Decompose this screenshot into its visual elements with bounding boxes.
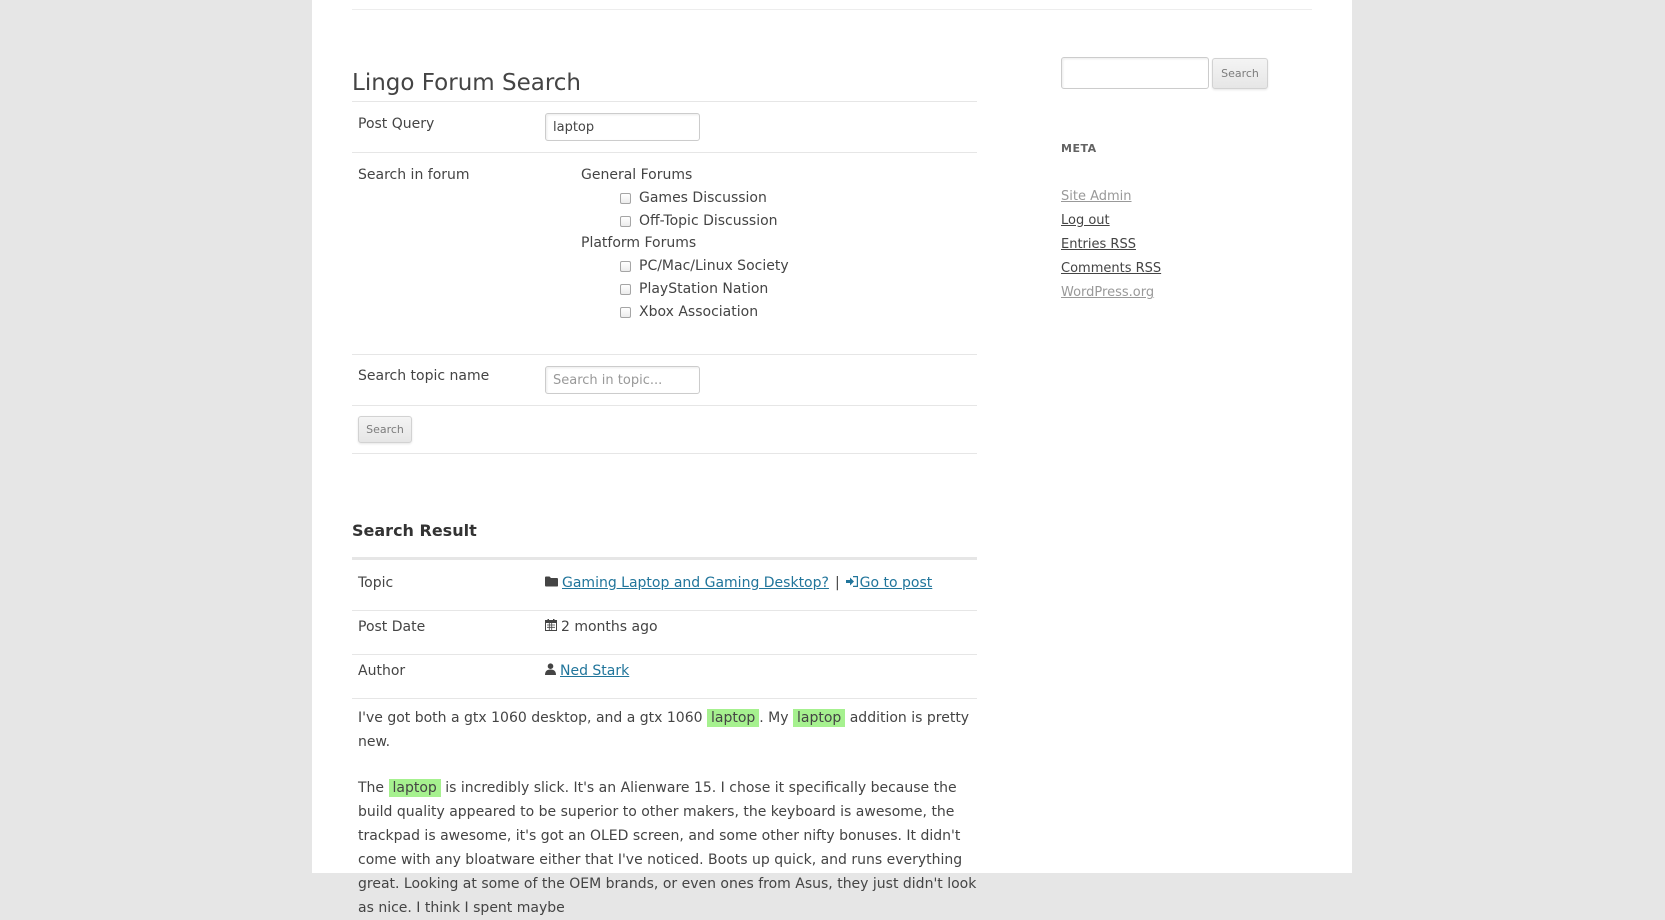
comments-rss-link[interactable]: Comments RSS [1061, 261, 1161, 276]
meta-heading: META [1061, 142, 1097, 155]
topic-label: Topic [358, 575, 394, 591]
log-out-link[interactable]: Log out [1061, 213, 1110, 228]
go-to-post-link[interactable]: Go to post [845, 575, 933, 591]
forum-option-games-discussion: Games Discussion [620, 189, 767, 207]
search-topic-label: Search topic name [358, 368, 490, 384]
post-date-value: 2 months ago [545, 619, 658, 635]
post-date-text: 2 months ago [561, 619, 658, 635]
topic-search-input[interactable] [545, 366, 700, 394]
post-date-label: Post Date [358, 619, 426, 635]
sidebar-search-input[interactable] [1061, 57, 1209, 89]
divider [352, 405, 977, 406]
top-divider [352, 9, 1312, 10]
text-span: The [358, 780, 389, 796]
topic-link[interactable]: Gaming Laptop and Gaming Desktop? [562, 575, 829, 591]
divider [352, 152, 977, 153]
forum-option-playstation-nation: PlayStation Nation [620, 280, 768, 298]
folder-icon [545, 575, 558, 591]
page-title: Lingo Forum Search [352, 70, 582, 97]
go-to-post-label: Go to post [859, 575, 933, 591]
text-span: I've got both a gtx 1060 desktop, and a … [358, 710, 707, 726]
author-value: Ned Stark [545, 663, 629, 679]
highlight-term: laptop [792, 709, 846, 727]
text-span: . My [759, 710, 793, 726]
highlight-term: laptop [706, 709, 760, 727]
separator: | [834, 575, 840, 591]
checkbox[interactable] [620, 192, 631, 204]
search-in-forum-label: Search in forum [358, 167, 470, 183]
site-admin-link[interactable]: Site Admin [1061, 189, 1132, 204]
checkbox[interactable] [620, 260, 631, 272]
sidebar-search-button[interactable]: Search [1212, 58, 1268, 89]
divider [352, 453, 977, 454]
post-query-input[interactable] [545, 113, 700, 141]
forum-option-off-topic-discussion: Off-Topic Discussion [620, 212, 778, 230]
forum-group-general: General Forums [581, 167, 693, 183]
checkbox[interactable] [620, 283, 631, 295]
user-icon [545, 663, 556, 679]
forum-option-label: Off-Topic Discussion [639, 213, 778, 229]
wordpress-org-link[interactable]: WordPress.org [1061, 285, 1154, 300]
highlight-term: laptop [388, 779, 441, 797]
forum-option-label: PlayStation Nation [639, 281, 769, 297]
sign-in-icon [845, 575, 858, 591]
divider [352, 654, 977, 655]
text-span: is incredibly slick. It's an Alienware 1… [358, 780, 977, 916]
forum-option-label: Games Discussion [639, 190, 767, 206]
forum-option-xbox-association: Xbox Association [620, 303, 758, 321]
search-result-heading: Search Result [352, 521, 477, 541]
post-excerpt: I've got both a gtx 1060 desktop, and a … [358, 706, 978, 920]
forum-group-platform: Platform Forums [581, 235, 697, 251]
post-paragraph: I've got both a gtx 1060 desktop, and a … [358, 706, 978, 754]
page-container: Lingo Forum Search Post Query Search in … [312, 0, 1352, 916]
divider [352, 610, 977, 611]
divider [352, 354, 977, 355]
forum-option-pc-mac-linux-society: PC/Mac/Linux Society [620, 257, 789, 275]
author-label: Author [358, 663, 406, 679]
divider [352, 557, 977, 560]
author-link[interactable]: Ned Stark [560, 663, 629, 679]
entries-rss-link[interactable]: Entries RSS [1061, 237, 1136, 252]
search-button[interactable]: Search [358, 416, 412, 443]
divider [352, 101, 977, 102]
forum-option-label: PC/Mac/Linux Society [639, 258, 789, 274]
forum-option-label: Xbox Association [639, 304, 759, 320]
topic-value: Gaming Laptop and Gaming Desktop? | Go t… [545, 575, 932, 591]
calendar-icon [545, 619, 557, 635]
post-query-label: Post Query [358, 116, 435, 132]
post-paragraph: The laptop is incredibly slick. It's an … [358, 776, 978, 920]
checkbox[interactable] [620, 306, 631, 318]
checkbox[interactable] [620, 215, 631, 227]
divider [352, 698, 977, 699]
